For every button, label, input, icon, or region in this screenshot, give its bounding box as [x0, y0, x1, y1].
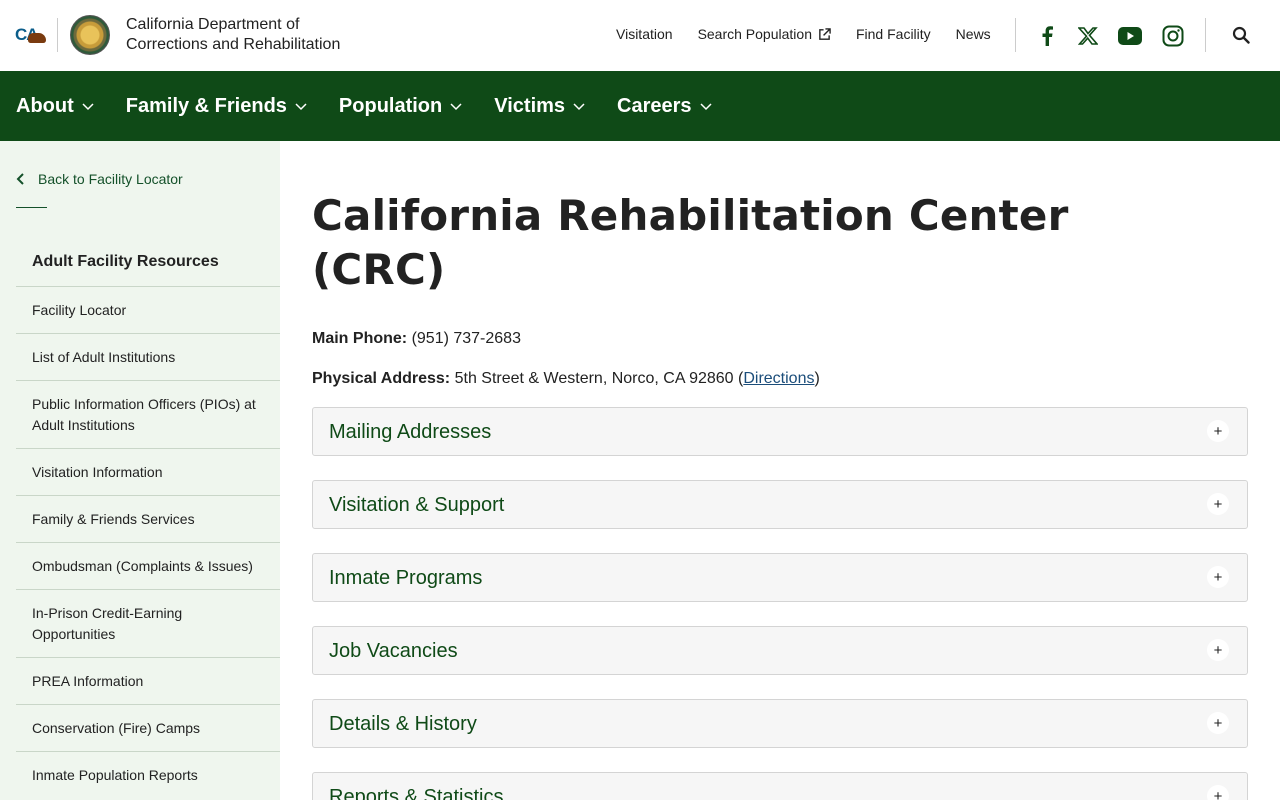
- top-link-find-facility[interactable]: Find Facility: [856, 26, 931, 42]
- sidebar-item-visitation-info[interactable]: Visitation Information: [16, 448, 280, 495]
- top-link-news[interactable]: News: [956, 26, 991, 42]
- accordion-title: Job Vacancies: [329, 640, 458, 662]
- address-close-paren: ): [814, 370, 820, 387]
- sidebar-item-pios[interactable]: Public Information Officers (PIOs) at Ad…: [16, 380, 280, 448]
- back-to-facility-locator-link[interactable]: Back to Facility Locator: [16, 171, 183, 187]
- page-title: California Rehabilitation Center (CRC): [312, 191, 1069, 294]
- expand-plus-icon: +: [1207, 639, 1229, 661]
- accordion-visitation-support[interactable]: Visitation & Support +: [312, 480, 1248, 529]
- site-header: CA California Department of Corrections …: [0, 0, 1280, 71]
- physical-address-row: Physical Address: 5th Street & Western, …: [312, 370, 820, 388]
- nav-item-label: Careers: [617, 94, 692, 117]
- chevron-down-icon: [573, 103, 585, 111]
- sidebar-heading: Adult Facility Resources: [32, 253, 219, 270]
- sidebar-item-ombudsman[interactable]: Ombudsman (Complaints & Issues): [16, 542, 280, 589]
- top-link-label: News: [955, 26, 991, 42]
- ca-gov-logo[interactable]: CA: [15, 25, 47, 47]
- chevron-down-icon: [295, 103, 307, 111]
- sidebar-item-facility-locator[interactable]: Facility Locator: [16, 286, 280, 333]
- top-link-label: Visitation: [616, 26, 673, 42]
- search-divider: [1205, 18, 1206, 52]
- youtube-icon[interactable]: [1118, 24, 1142, 48]
- accordion-title: Inmate Programs: [329, 567, 483, 589]
- instagram-icon[interactable]: [1161, 24, 1185, 48]
- main-phone-label: Main Phone:: [312, 330, 408, 347]
- chevron-down-icon: [82, 103, 94, 111]
- utility-nav: Visitation Search Population Find Facili…: [616, 26, 1016, 42]
- top-link-label: Find Facility: [855, 26, 931, 42]
- sidebar-item-family-friends-services[interactable]: Family & Friends Services: [16, 495, 280, 542]
- directions-link[interactable]: Directions: [743, 370, 814, 387]
- bear-icon: [28, 33, 46, 43]
- accordion-title: Details & History: [329, 713, 477, 735]
- nav-item-population[interactable]: Population: [339, 95, 462, 118]
- x-twitter-icon[interactable]: [1076, 24, 1100, 48]
- accordion-title: Mailing Addresses: [329, 421, 492, 443]
- nav-item-about[interactable]: About: [16, 95, 94, 118]
- expand-plus-icon: +: [1207, 785, 1229, 800]
- top-link-search-population[interactable]: Search Population: [698, 26, 831, 42]
- expand-plus-icon: +: [1207, 566, 1229, 588]
- nav-item-family-friends[interactable]: Family & Friends: [126, 95, 307, 118]
- back-link-underline: [16, 207, 47, 208]
- accordion-mailing-addresses[interactable]: Mailing Addresses +: [312, 407, 1248, 456]
- social-divider: [1015, 18, 1016, 52]
- top-link-visitation[interactable]: Visitation: [616, 26, 673, 42]
- sidebar: Back to Facility Locator Adult Facility …: [0, 141, 280, 800]
- sidebar-item-list-adult-institutions[interactable]: List of Adult Institutions: [16, 333, 280, 380]
- org-name-line2: Corrections and Rehabilitation: [126, 36, 341, 53]
- accordion-reports-statistics[interactable]: Reports & Statistics +: [312, 772, 1248, 800]
- nav-item-label: Population: [338, 94, 443, 117]
- sidebar-item-fire-camps[interactable]: Conservation (Fire) Camps: [16, 704, 280, 751]
- logo-divider: [57, 18, 58, 52]
- cdcr-seal-logo[interactable]: [70, 15, 110, 55]
- top-link-label: Search Population: [697, 26, 812, 42]
- nav-item-label: Victims: [494, 94, 566, 117]
- chevron-down-icon: [700, 103, 712, 111]
- org-name-line1: California Department of: [126, 16, 300, 33]
- nav-item-label: Family & Friends: [125, 94, 287, 117]
- main-phone-value: (951) 737-2683: [411, 330, 521, 347]
- nav-item-careers[interactable]: Careers: [617, 95, 712, 118]
- chevron-down-icon: [450, 103, 462, 111]
- accordion-details-history[interactable]: Details & History +: [312, 699, 1248, 748]
- sidebar-list: Facility Locator List of Adult Instituti…: [16, 286, 280, 798]
- sidebar-item-population-reports[interactable]: Inmate Population Reports: [16, 751, 280, 798]
- nav-item-victims[interactable]: Victims: [494, 95, 585, 118]
- org-name[interactable]: California Department of Corrections and…: [126, 15, 340, 55]
- external-link-icon: [819, 27, 831, 40]
- expand-plus-icon: +: [1207, 493, 1229, 515]
- expand-plus-icon: +: [1207, 712, 1229, 734]
- accordion-title: Visitation & Support: [329, 494, 505, 516]
- physical-address-label: Physical Address:: [312, 370, 451, 387]
- sidebar-item-prea[interactable]: PREA Information: [16, 657, 280, 704]
- chevron-left-icon: [16, 173, 24, 185]
- accordion-inmate-programs[interactable]: Inmate Programs +: [312, 553, 1248, 602]
- accordion-job-vacancies[interactable]: Job Vacancies +: [312, 626, 1248, 675]
- back-link-label: Back to Facility Locator: [38, 171, 183, 187]
- main-nav: About Family & Friends Population Victim…: [0, 71, 1280, 141]
- facebook-icon[interactable]: [1035, 24, 1059, 48]
- sidebar-item-credit-earning[interactable]: In-Prison Credit-Earning Opportunities: [16, 589, 280, 657]
- main-phone-row: Main Phone: (951) 737-2683: [312, 330, 521, 348]
- expand-plus-icon: +: [1207, 420, 1229, 442]
- physical-address-value: 5th Street & Western, Norco, CA 92860 (: [454, 370, 744, 387]
- search-icon[interactable]: [1230, 24, 1252, 46]
- nav-item-label: About: [16, 94, 74, 117]
- accordion-title: Reports & Statistics: [329, 786, 504, 800]
